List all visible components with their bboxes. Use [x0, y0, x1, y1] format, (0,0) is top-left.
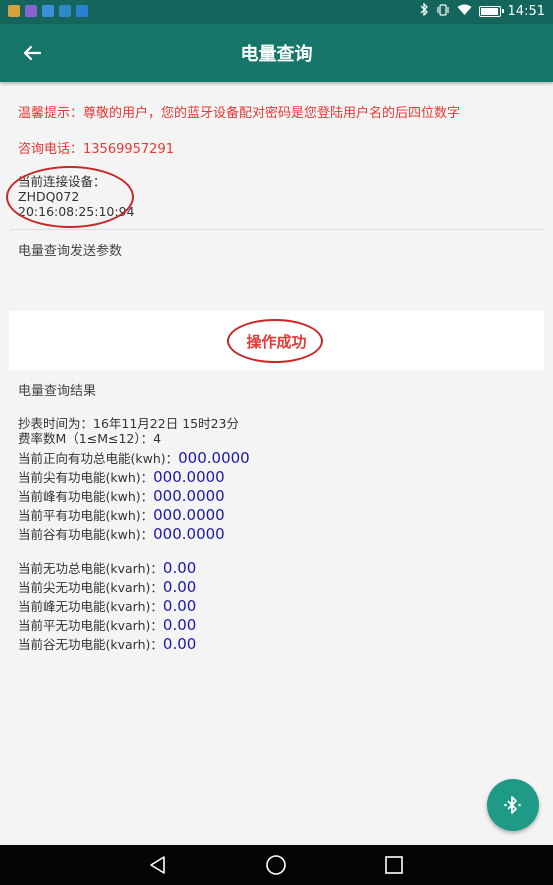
row-label: 当前峰无功电能(kvarh)：: [18, 599, 163, 614]
reactive-valley-row: 当前谷无功电能(kvarh)：0.00: [18, 634, 196, 653]
notification-icons: [8, 5, 88, 17]
results-title: 电量查询结果: [18, 384, 97, 399]
active-total-row: 当前正向有功总电能(kwh)：000.0000: [18, 448, 250, 467]
row-label: 当前谷无功电能(kvarh)：: [18, 637, 163, 652]
clock: 14:51: [507, 4, 545, 19]
row-label: 当前无功总电能(kvarh)：: [18, 561, 163, 576]
divider: [10, 229, 543, 230]
bluetooth-fab-button[interactable]: [487, 779, 539, 831]
wifi-icon: [457, 4, 472, 20]
recents-square-icon: [385, 856, 403, 874]
active-valley-row: 当前谷有功电能(kwh)：000.0000: [18, 524, 225, 543]
row-label: 当前尖有功电能(kwh)：: [18, 470, 154, 485]
row-value: 000.0000: [153, 468, 225, 486]
row-label: 当前峰有功电能(kwh)：: [18, 489, 154, 504]
rate-count: 费率数M（1≤M≤12）：4: [18, 431, 162, 446]
bluetooth-search-icon: [504, 796, 521, 814]
app-notification-icon: [25, 5, 37, 17]
row-value: 000.0000: [153, 487, 225, 505]
result-status-box: 操作成功: [9, 311, 544, 370]
system-nav-bar: [0, 845, 553, 885]
row-value: 0.00: [162, 597, 197, 615]
active-sharp-row: 当前尖有功电能(kwh)：000.0000: [18, 467, 225, 486]
row-value: 0.00: [162, 559, 197, 577]
row-value: 0.00: [162, 616, 197, 634]
nav-back-button[interactable]: [145, 853, 171, 877]
result-highlight-ellipse: [227, 319, 323, 363]
active-flat-row: 当前平有功电能(kwh)：000.0000: [18, 505, 225, 524]
row-value: 000.0000: [153, 525, 225, 543]
home-circle-icon: [266, 855, 286, 875]
battery-icon: [478, 6, 504, 17]
row-label: 当前正向有功总电能(kwh)：: [18, 451, 179, 466]
bluetooth-icon: [420, 2, 429, 20]
row-value: 000.0000: [178, 449, 250, 467]
row-value: 000.0000: [153, 506, 225, 524]
nav-recents-button[interactable]: [381, 853, 407, 877]
reactive-sharp-row: 当前尖无功电能(kvarh)：0.00: [18, 577, 196, 596]
vibrate-icon: [436, 3, 450, 20]
row-label: 当前平有功电能(kwh)：: [18, 508, 154, 523]
app-notification-icon: [42, 5, 54, 17]
status-bar: 14:51: [0, 0, 553, 24]
row-value: 0.00: [162, 578, 197, 596]
reactive-flat-row: 当前平无功电能(kvarh)：0.00: [18, 615, 196, 634]
meter-info: 抄表时间为：16年11月22日 15时23分 费率数M（1≤M≤12）：4: [18, 416, 239, 446]
reactive-total-row: 当前无功总电能(kvarh)：0.00: [18, 558, 196, 577]
row-label: 当前平无功电能(kvarh)：: [18, 618, 163, 633]
active-peak-row: 当前峰有功电能(kwh)：000.0000: [18, 486, 225, 505]
app-notification-icon: [76, 5, 88, 17]
row-label: 当前谷有功电能(kwh)：: [18, 527, 154, 542]
nav-home-button[interactable]: [263, 853, 289, 877]
meter-time: 抄表时间为：16年11月22日 15时23分: [18, 416, 240, 431]
reactive-peak-row: 当前峰无功电能(kvarh)：0.00: [18, 596, 196, 615]
back-triangle-icon: [150, 856, 165, 874]
app-notification-icon: [59, 5, 71, 17]
send-params-label: 电量查询发送参数: [18, 244, 123, 259]
tip-text: 温馨提示：尊敬的用户，您的蓝牙设备配对密码是您登陆用户名的后四位数字: [18, 106, 461, 121]
app-notification-icon: [8, 5, 20, 17]
app-bar: 电量查询: [0, 24, 553, 82]
phone-text: 咨询电话：13569957291: [18, 142, 174, 157]
page-title: 电量查询: [240, 44, 313, 65]
row-label: 当前尖无功电能(kvarh)：: [18, 580, 163, 595]
row-value: 0.00: [162, 635, 197, 653]
device-highlight-ellipse: [6, 166, 134, 228]
